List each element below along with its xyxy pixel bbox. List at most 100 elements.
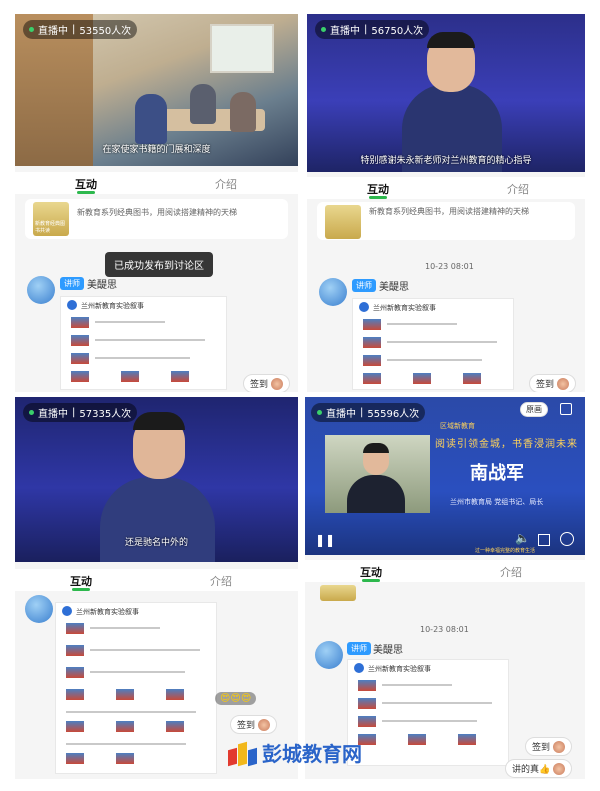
video-player-3[interactable]: 直播中 | 57335人次 还是驰名中外的	[15, 397, 298, 562]
doc-photo	[171, 371, 189, 382]
document-preview[interactable]: 兰州新教育实验叙事	[60, 296, 227, 390]
share-icon[interactable]	[560, 403, 572, 415]
banner-small-label: 区域新教育	[440, 422, 475, 430]
video-subtitle: 在家使家书籍的门展和深度	[102, 145, 211, 155]
user-avatar-icon	[271, 377, 284, 390]
speaker-name: 南战军	[470, 463, 524, 484]
document-preview[interactable]: 兰州新教育实验叙事	[347, 659, 509, 766]
checkin-button[interactable]: 签到	[230, 715, 278, 734]
footer-slogan: 过一种幸福完整的教育生活	[475, 548, 536, 554]
doc-photo	[166, 689, 184, 700]
tab-intro[interactable]: 介绍	[215, 176, 237, 192]
lecturer-avatar[interactable]	[27, 276, 55, 304]
doc-photo	[121, 371, 139, 382]
doc-photo	[66, 667, 84, 678]
window	[210, 24, 274, 73]
tab-intro[interactable]: 介绍	[500, 564, 522, 580]
doc-photo	[66, 721, 84, 732]
speaker-figure	[347, 475, 405, 513]
doc-photo	[363, 337, 381, 348]
doc-text-line	[387, 323, 457, 325]
video-player-1[interactable]: 直播中 | 53550人次 在家使家书籍的门展和深度	[15, 14, 298, 166]
checkin-label: 签到	[536, 380, 555, 390]
doc-text-line	[90, 649, 200, 651]
book-description: 新教育系列经典图书，用阅读搭建精神的天梯	[369, 207, 529, 216]
book-card[interactable]: 新教育经典图书共读 新教育系列经典图书，用阅读搭建精神的天梯	[25, 199, 288, 239]
lecturer-avatar[interactable]	[319, 278, 347, 306]
pause-icon[interactable]: ❚❚	[315, 533, 335, 547]
doc-text-line	[387, 341, 497, 343]
live-label: 直播中	[330, 26, 360, 37]
viewer-count: 57335人次	[79, 409, 132, 420]
tab-interaction[interactable]: 互动	[360, 564, 382, 580]
tab-bar: 互动 介绍	[15, 569, 298, 591]
doc-text-line	[382, 702, 492, 704]
doc-photo	[358, 698, 376, 709]
doc-photo	[166, 721, 184, 732]
checkin-label: 签到	[250, 380, 269, 390]
video-player-2[interactable]: 直播中 | 56750人次 特别感谢朱永新老师对兰州教育的精心指导	[307, 14, 585, 172]
tab-intro[interactable]: 介绍	[210, 573, 232, 589]
lecturer-avatar[interactable]	[315, 641, 343, 669]
student-figure	[230, 92, 256, 132]
checkin-button[interactable]: 签到	[243, 374, 291, 392]
separator: |	[364, 24, 368, 35]
live-dot-icon	[321, 27, 326, 32]
lecturer-badge: 讲师	[347, 642, 371, 655]
checkin-button[interactable]: 签到	[529, 374, 577, 392]
user-avatar-icon	[553, 762, 566, 775]
message-timestamp: 10-23 08:01	[425, 262, 474, 271]
doc-text-line	[95, 339, 205, 341]
document-preview[interactable]: 兰州新教育实验叙事	[55, 602, 217, 774]
doc-photo	[66, 689, 84, 700]
video-subtitle: 还是驰名中外的	[124, 538, 188, 548]
doc-photo	[66, 645, 84, 656]
emoji-reaction: 😍😍😍	[215, 692, 257, 705]
tab-intro[interactable]: 介绍	[507, 181, 529, 197]
user-avatar-icon	[557, 377, 570, 390]
tab-interaction[interactable]: 互动	[75, 176, 97, 192]
doc-photo	[66, 753, 84, 764]
doc-photo	[116, 689, 134, 700]
student-figure	[190, 84, 216, 124]
lecturer-avatar[interactable]	[25, 595, 53, 623]
viewer-count: 55596人次	[367, 409, 420, 420]
student-figure	[135, 94, 167, 144]
live-panel-4: 直播中 | 55596人次 原画 区域新教育 阅读引领金城，书香浸润未来 南战军…	[305, 397, 585, 779]
banner-heading: 阅读引领金城，书香浸润未来	[435, 439, 578, 450]
collapse-icon[interactable]	[560, 532, 574, 546]
document-logo-icon	[354, 663, 364, 673]
speaker-hair	[133, 412, 185, 430]
live-label: 直播中	[38, 26, 68, 37]
document-preview[interactable]: 兰州新教育实验叙事	[352, 298, 514, 390]
doc-text-line	[387, 359, 482, 361]
original-quality-button[interactable]: 原画	[520, 402, 548, 417]
doc-text-line	[95, 357, 190, 359]
document-title: 兰州新教育实验叙事	[81, 302, 144, 310]
book-card[interactable]: 新教育系列经典图书，用阅读搭建精神的天梯	[317, 202, 575, 240]
live-dot-icon	[29, 410, 34, 415]
tab-interaction[interactable]: 互动	[70, 573, 92, 589]
watermark: 彭城教育网	[228, 738, 362, 767]
doc-photo	[116, 753, 134, 764]
video-player-4[interactable]: 直播中 | 55596人次 原画 区域新教育 阅读引领金城，书香浸润未来 南战军…	[305, 397, 585, 555]
doc-photo	[71, 317, 89, 328]
doc-text-line	[382, 684, 452, 686]
doc-photo	[458, 734, 476, 745]
fullscreen-icon[interactable]	[538, 534, 550, 546]
book-thumb-text: 新教育经典图书共读	[35, 221, 66, 234]
doc-photo	[408, 734, 426, 745]
checkin-button[interactable]: 签到	[525, 737, 573, 756]
speaker-photo	[325, 435, 430, 513]
tab-interaction[interactable]: 互动	[367, 181, 389, 197]
viewer-count: 53550人次	[79, 26, 132, 37]
doc-photo	[66, 623, 84, 634]
active-tab-indicator	[72, 588, 90, 591]
separator: |	[360, 407, 364, 418]
active-tab-indicator	[369, 196, 387, 199]
volume-icon[interactable]: 🔈	[515, 531, 530, 545]
doc-photo	[358, 680, 376, 691]
doc-photo	[413, 373, 431, 384]
doc-photo	[116, 721, 134, 732]
active-tab-indicator	[77, 191, 95, 194]
